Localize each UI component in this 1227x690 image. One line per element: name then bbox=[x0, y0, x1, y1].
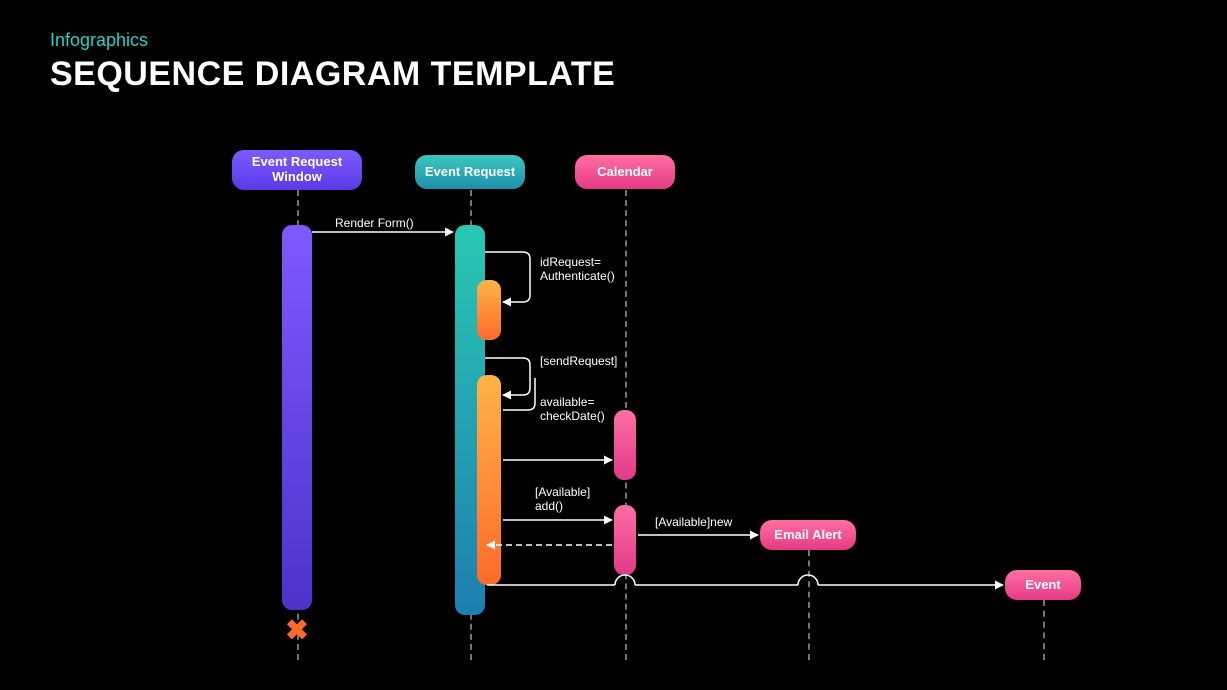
msg-authenticate: idRequest= Authenticate() bbox=[540, 255, 615, 283]
msg-send-request: [sendRequest] bbox=[540, 354, 617, 368]
destroy-icon: ✖ bbox=[285, 614, 308, 647]
msg-add: [Available] add() bbox=[535, 485, 590, 513]
lifeline-event bbox=[1043, 600, 1045, 660]
diagram-stage: Infographics SEQUENCE DIAGRAM TEMPLATE E… bbox=[0, 0, 1227, 690]
page-title: SEQUENCE DIAGRAM TEMPLATE bbox=[50, 55, 615, 94]
participant-email-alert: Email Alert bbox=[760, 520, 856, 550]
msg-render-form: Render Form() bbox=[335, 216, 414, 230]
activation-calendar-1 bbox=[614, 410, 636, 480]
activation-request-flow bbox=[477, 375, 501, 585]
participant-event-request-window: Event Request Window bbox=[232, 150, 362, 190]
page-subtitle: Infographics bbox=[50, 30, 148, 51]
msg-new: [Available]new bbox=[655, 515, 732, 529]
participant-event-request: Event Request bbox=[415, 155, 525, 189]
lifeline-email-alert bbox=[808, 550, 810, 660]
participant-event: Event bbox=[1005, 570, 1081, 600]
participant-calendar: Calendar bbox=[575, 155, 675, 189]
msg-check-date: available= checkDate() bbox=[540, 395, 605, 423]
activation-event-request-window bbox=[282, 225, 312, 610]
activation-calendar-2 bbox=[614, 505, 636, 575]
activation-auth bbox=[477, 280, 501, 340]
